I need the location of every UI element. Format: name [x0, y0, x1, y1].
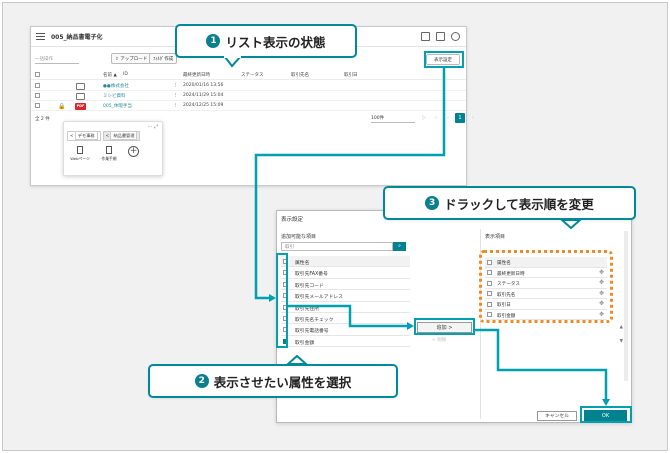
remove-button[interactable]: < 削除: [432, 337, 446, 343]
col-trade-date[interactable]: 取引日: [344, 72, 358, 78]
document-icon: [106, 146, 112, 154]
highlight-add-button: [414, 318, 475, 335]
col-updated[interactable]: 最終更新日時: [183, 72, 210, 78]
grid-icon[interactable]: [436, 32, 445, 41]
panel-item-label: Webページ: [70, 156, 90, 161]
document-icon[interactable]: [421, 32, 430, 41]
scrollbar[interactable]: [624, 231, 628, 381]
item-label: 取引金額: [295, 340, 315, 346]
table-row[interactable]: 🔒 PDF 005_休暇手当 ⋮ 2024/12/25 15:09: [31, 101, 466, 111]
row-checkbox[interactable]: [35, 93, 40, 98]
item-label: 取引先名チェック: [295, 317, 334, 323]
upload-label: アップロード: [120, 57, 148, 62]
callout-2: 2 表示させたい属性を選択: [148, 364, 398, 398]
panel-tools-icon[interactable]: ⋯ ⤢: [147, 124, 158, 130]
prev-page-icon[interactable]: ‹: [431, 113, 441, 123]
panel-tab-label: 納品書管理: [110, 131, 138, 140]
window-title: 005_納品書電子化: [51, 34, 103, 41]
folder-icon: [76, 93, 85, 100]
add-icon[interactable]: +: [128, 146, 139, 157]
list-item[interactable]: 取引金額: [281, 336, 410, 348]
available-items-list: 属性名 取引先FAX番号 取引先コード 取引先メールアドレス 取引先住所 取引先…: [281, 256, 410, 348]
callout-text: 表示させたい属性を選択: [213, 374, 352, 390]
row-name[interactable]: ミシビ資料: [103, 93, 126, 99]
cancel-button[interactable]: キャンセル: [537, 411, 577, 421]
panel-item[interactable]: 作業手順: [99, 146, 119, 162]
window-tools: [421, 32, 460, 41]
panel-items: Webページ 作業手順 +: [70, 146, 139, 162]
panel-item[interactable]: Webページ: [70, 146, 90, 162]
search-icon[interactable]: ⌕: [393, 242, 406, 251]
row-menu-icon[interactable]: ⋮: [173, 83, 178, 88]
current-page[interactable]: 1: [455, 113, 465, 123]
list-header: 属性名: [281, 256, 410, 268]
callout-number: 2: [194, 374, 209, 388]
row-date: 2020/01/16 13:56: [183, 83, 224, 88]
folder-icon: [76, 83, 85, 90]
row-date: 2024/11/29 15:04: [183, 93, 224, 98]
display-items-heading: 表示項目: [485, 234, 506, 240]
pdf-icon: PDF: [75, 103, 86, 110]
available-items-heading: 追加可能な項目: [281, 234, 317, 240]
highlight-checkboxes: [276, 253, 288, 348]
panel-tab-label: デモ事務: [74, 131, 98, 140]
callout-1: 1 リスト表示の状態: [175, 24, 357, 58]
create-folder-button[interactable]: ﾌｫﾙﾀﾞ作成: [149, 53, 178, 64]
callout-number: 3: [425, 196, 440, 210]
row-name[interactable]: ●●株式会社: [103, 83, 129, 89]
row-checkbox[interactable]: [35, 103, 40, 108]
item-label: 取引先電話番号: [295, 329, 329, 335]
col-name[interactable]: 名前 ▲: [103, 72, 117, 78]
menu-icon[interactable]: [36, 33, 45, 42]
highlight-ok-button: [580, 406, 632, 423]
panel-item-label: 作業手順: [101, 156, 117, 161]
panel-tab[interactable]: < デモ事務: [67, 131, 101, 141]
row-name[interactable]: 005_休暇手当: [103, 103, 132, 109]
floating-panel: ⋯ ⤢ < デモ事務 < 納品書管理 Webページ 作業手順 +: [63, 121, 163, 176]
first-page-icon[interactable]: |‹: [419, 113, 429, 123]
item-label: 取引先住所: [295, 306, 319, 312]
list-item[interactable]: 取引先メールアドレス: [281, 290, 410, 302]
reorder-arrows[interactable]: ▲ ▼: [620, 321, 623, 349]
upload-button[interactable]: ⇪ アップロード: [111, 53, 152, 64]
col-partner[interactable]: 取引先名: [291, 72, 309, 78]
document-icon: [77, 146, 83, 154]
per-page-select[interactable]: 100件: [371, 113, 415, 123]
lock-icon: 🔒: [58, 103, 66, 110]
item-label: 取引先コード: [295, 283, 324, 289]
callout-text: ドラックして表示順を変更: [444, 196, 594, 212]
next-page-icon[interactable]: ›: [468, 113, 478, 123]
item-label: 取引先FAX番号: [295, 272, 328, 278]
list-item[interactable]: 取引先FAX番号: [281, 267, 410, 279]
item-label: 取引先メールアドレス: [295, 295, 343, 301]
item-count: 全 2 件: [35, 117, 50, 122]
bulk-action-select[interactable]: 一括操作: [35, 53, 79, 64]
list-item[interactable]: 取引先住所: [281, 302, 410, 313]
highlight-display-settings: [424, 51, 464, 68]
row-menu-icon[interactable]: ⋮: [173, 103, 178, 108]
col-status[interactable]: ステータス: [241, 72, 264, 78]
table-row[interactable]: ミシビ資料 ⋮ 2024/11/29 15:04: [31, 91, 466, 101]
attribute-search-input[interactable]: 取引: [281, 242, 393, 251]
callout-text: リスト表示の状態: [225, 34, 326, 50]
row-checkbox[interactable]: [35, 83, 40, 88]
select-all-checkbox[interactable]: [35, 72, 40, 77]
highlight-display-items: [479, 250, 613, 323]
callout-number: 1: [206, 34, 221, 48]
prev-page-icon[interactable]: ‹: [443, 113, 453, 123]
list-item[interactable]: 取引先コード: [281, 279, 410, 291]
list-item[interactable]: 取引先電話番号: [281, 324, 410, 336]
col-id[interactable]: ID: [123, 72, 128, 77]
callout-3: 3 ドラックして表示順を変更: [383, 186, 636, 220]
refresh-icon[interactable]: [451, 32, 460, 41]
table-row[interactable]: ●●株式会社 ⋮ 2020/01/16 13:56: [31, 81, 466, 91]
table-header: 名前 ▲ ID 最終更新日時 ステータス 取引先名 取引日: [31, 70, 466, 80]
row-date: 2024/12/25 15:09: [183, 103, 224, 108]
dialog-title: 表示設定: [281, 217, 304, 223]
list-item[interactable]: 取引先名チェック: [281, 313, 410, 325]
attr-header-label: 属性名: [295, 261, 310, 266]
row-menu-icon[interactable]: ⋮: [173, 93, 178, 98]
panel-tabs: < デモ事務 < 納品書管理: [67, 131, 141, 141]
panel-tab[interactable]: < 納品書管理: [102, 131, 141, 141]
